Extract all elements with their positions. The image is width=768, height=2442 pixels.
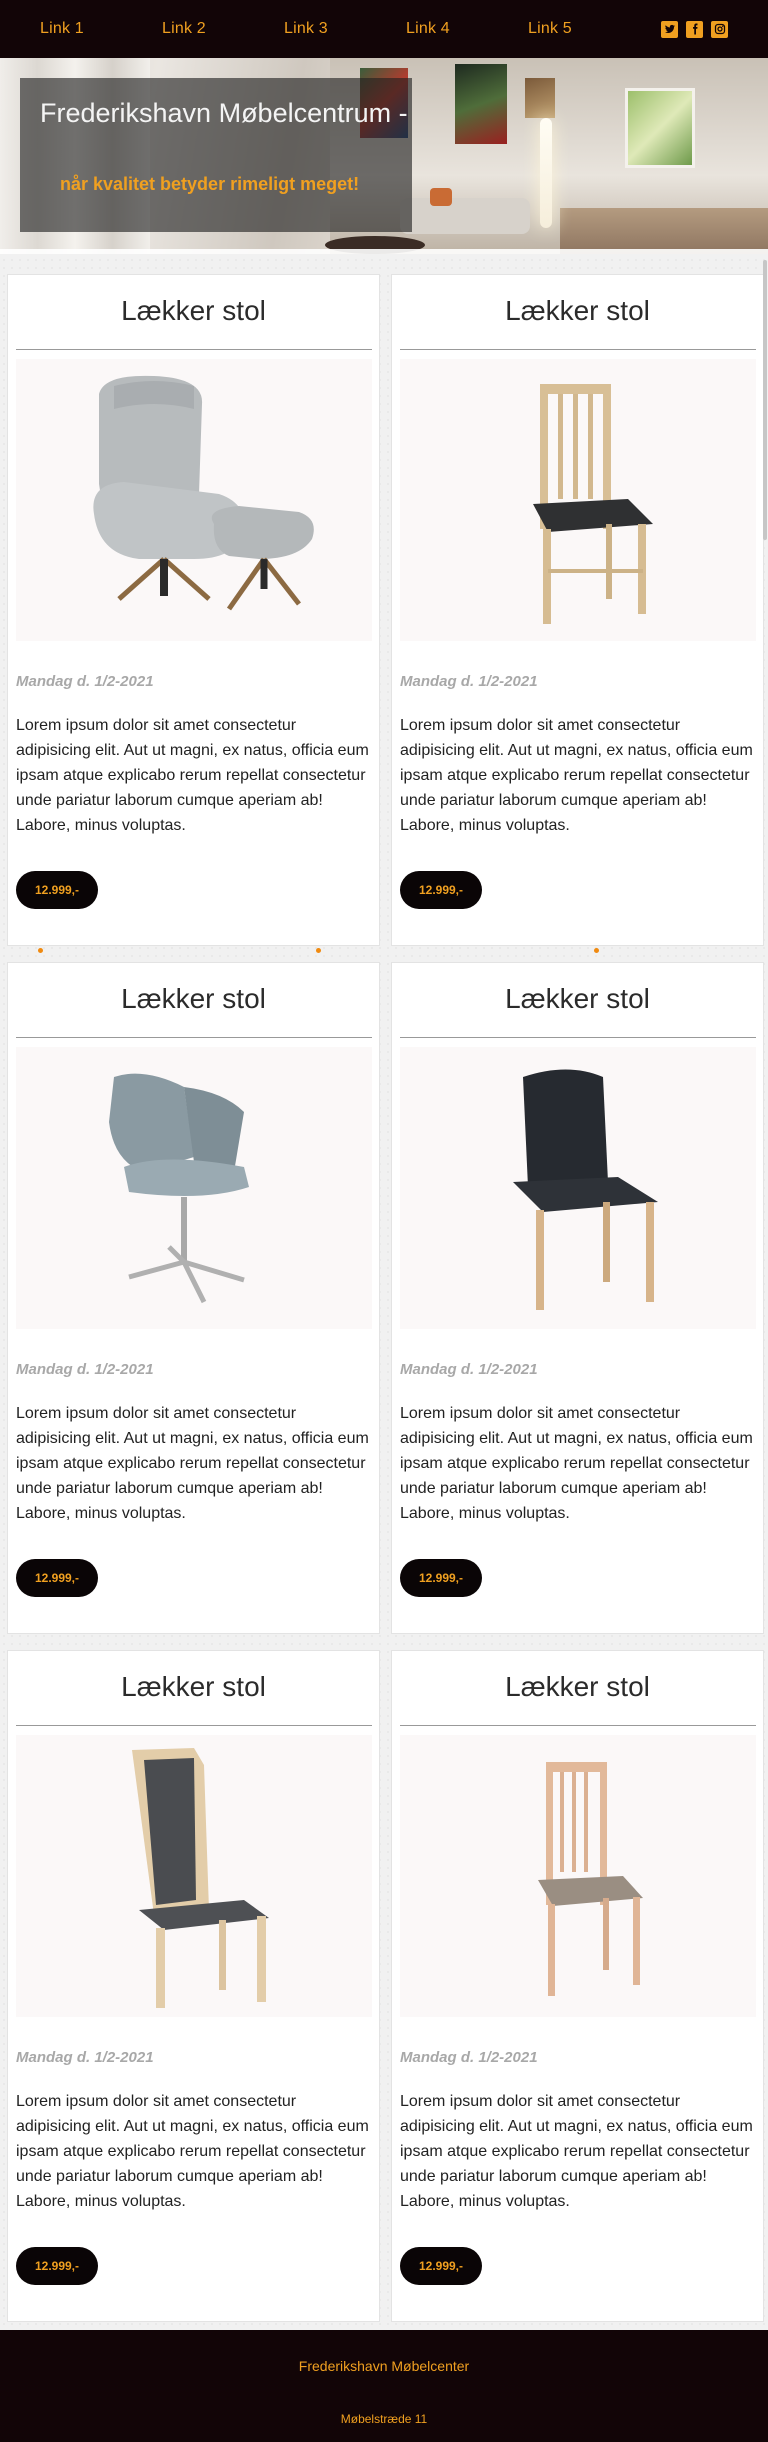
hero-photo-pillow: [430, 188, 452, 206]
product-card: Lækker stol Mandag d. 1/2-2021 Lorem ips…: [391, 1650, 764, 2322]
footer: Frederikshavn Møbelcenter Møbelstræde 11: [0, 2330, 768, 2442]
card-description: Lorem ipsum dolor sit amet consectetur a…: [400, 1405, 753, 1522]
card-description: Lorem ipsum dolor sit amet consectetur a…: [16, 717, 369, 834]
price-button[interactable]: 12.999,-: [16, 871, 98, 909]
card-image-swivel-chair: [16, 1047, 372, 1329]
decorative-dots: [0, 948, 768, 954]
orange-dot: [38, 948, 43, 953]
card-divider: [400, 1037, 756, 1038]
card-divider: [16, 1037, 372, 1038]
hero-photo-lamp: [540, 118, 552, 228]
card-image-taupe-chair: [400, 1735, 756, 2017]
card-date: Mandag d. 1/2-2021: [400, 1361, 538, 1378]
card-title: Lækker stol: [505, 295, 650, 326]
hero-photo-window: [625, 88, 695, 168]
product-card: Lækker stol Mandag d. 1/2-2021 Lorem ips…: [7, 274, 380, 946]
card-date: Mandag d. 1/2-2021: [16, 1361, 154, 1378]
product-card: Lækker stol Mandag d. 1/2-2021 Lorem ips…: [391, 274, 764, 946]
hero-bottom-border: [0, 249, 768, 254]
product-row: Lækker stol Mandag d. 1/2-2021 Lorem ips…: [0, 274, 768, 962]
nav-link-2[interactable]: Link 2: [146, 20, 268, 38]
scrollbar[interactable]: [762, 0, 768, 2442]
hero-tagline: når kvalitet betyder rimeligt meget!: [60, 174, 360, 194]
card-divider: [400, 1725, 756, 1726]
price-button[interactable]: 12.999,-: [400, 2247, 482, 2285]
card-image-upholstered-chair: [16, 1735, 372, 2017]
card-image-leather-chair: [400, 1047, 756, 1329]
nav-link-4[interactable]: Link 4: [390, 20, 512, 38]
instagram-icon[interactable]: [711, 20, 728, 38]
price-button[interactable]: 12.999,-: [16, 1559, 98, 1597]
footer-address: Møbelstræde 11: [340, 2412, 428, 2426]
card-date: Mandag d. 1/2-2021: [400, 673, 538, 690]
orange-dot: [316, 948, 321, 953]
twitter-icon[interactable]: [661, 20, 678, 38]
card-date: Mandag d. 1/2-2021: [400, 2049, 538, 2066]
nav-links: Link 1 Link 2 Link 3 Link 4 Link 5: [24, 20, 661, 38]
card-title: Lækker stol: [121, 1671, 266, 1702]
hero-photo-sofa: [400, 198, 530, 234]
card-description: Lorem ipsum dolor sit amet consectetur a…: [16, 1405, 369, 1522]
hero-photo-floor: [560, 208, 768, 254]
card-divider: [400, 349, 756, 350]
card-image-lounge-chair: [16, 359, 372, 641]
price-button[interactable]: 12.999,-: [400, 871, 482, 909]
price-button[interactable]: 12.999,-: [400, 1559, 482, 1597]
card-description: Lorem ipsum dolor sit amet consectetur a…: [16, 2093, 369, 2210]
nav-link-1[interactable]: Link 1: [24, 20, 146, 38]
hero-photo-painting: [525, 78, 555, 118]
card-description: Lorem ipsum dolor sit amet consectetur a…: [400, 717, 753, 834]
orange-dot: [594, 948, 599, 953]
card-title: Lækker stol: [505, 983, 650, 1014]
nav-link-3[interactable]: Link 3: [268, 20, 390, 38]
facebook-icon[interactable]: [686, 20, 703, 38]
page: Link 1 Link 2 Link 3 Link 4 Link 5 Frede…: [0, 0, 768, 2442]
product-card: Lækker stol Mandag d. 1/2-2021 Lorem ips…: [391, 962, 764, 1634]
hero-photo-painting: [455, 64, 507, 144]
card-date: Mandag d. 1/2-2021: [16, 2049, 154, 2066]
product-card: Lækker stol Mandag d. 1/2-2021 Lorem ips…: [7, 1650, 380, 2322]
scrollbar-thumb[interactable]: [763, 260, 767, 540]
card-image-wooden-chair: [400, 359, 756, 641]
top-navigation: Link 1 Link 2 Link 3 Link 4 Link 5: [0, 0, 768, 58]
card-title: Lækker stol: [121, 983, 266, 1014]
product-card: Lækker stol Mandag d. 1/2-2021 Lorem ips…: [7, 962, 380, 1634]
card-divider: [16, 1725, 372, 1726]
card-divider: [16, 349, 372, 350]
hero-title: Frederikshavn Møbelcentrum -: [40, 98, 408, 128]
product-row: Lækker stol Mandag d. 1/2-2021 Lorem ips…: [0, 962, 768, 1650]
product-grid: Lækker stol Mandag d. 1/2-2021 Lorem ips…: [0, 274, 768, 2338]
nav-link-5[interactable]: Link 5: [512, 20, 634, 38]
card-date: Mandag d. 1/2-2021: [16, 673, 154, 690]
price-button[interactable]: 12.999,-: [16, 2247, 98, 2285]
footer-company-name: Frederikshavn Møbelcenter: [298, 2358, 470, 2374]
card-description: Lorem ipsum dolor sit amet consectetur a…: [400, 2093, 753, 2210]
card-title: Lækker stol: [121, 295, 266, 326]
card-title: Lækker stol: [505, 1671, 650, 1702]
hero-banner: Frederikshavn Møbelcentrum - når kvalite…: [0, 58, 768, 254]
social-links: [661, 20, 728, 38]
product-row: Lækker stol Mandag d. 1/2-2021 Lorem ips…: [0, 1650, 768, 2338]
